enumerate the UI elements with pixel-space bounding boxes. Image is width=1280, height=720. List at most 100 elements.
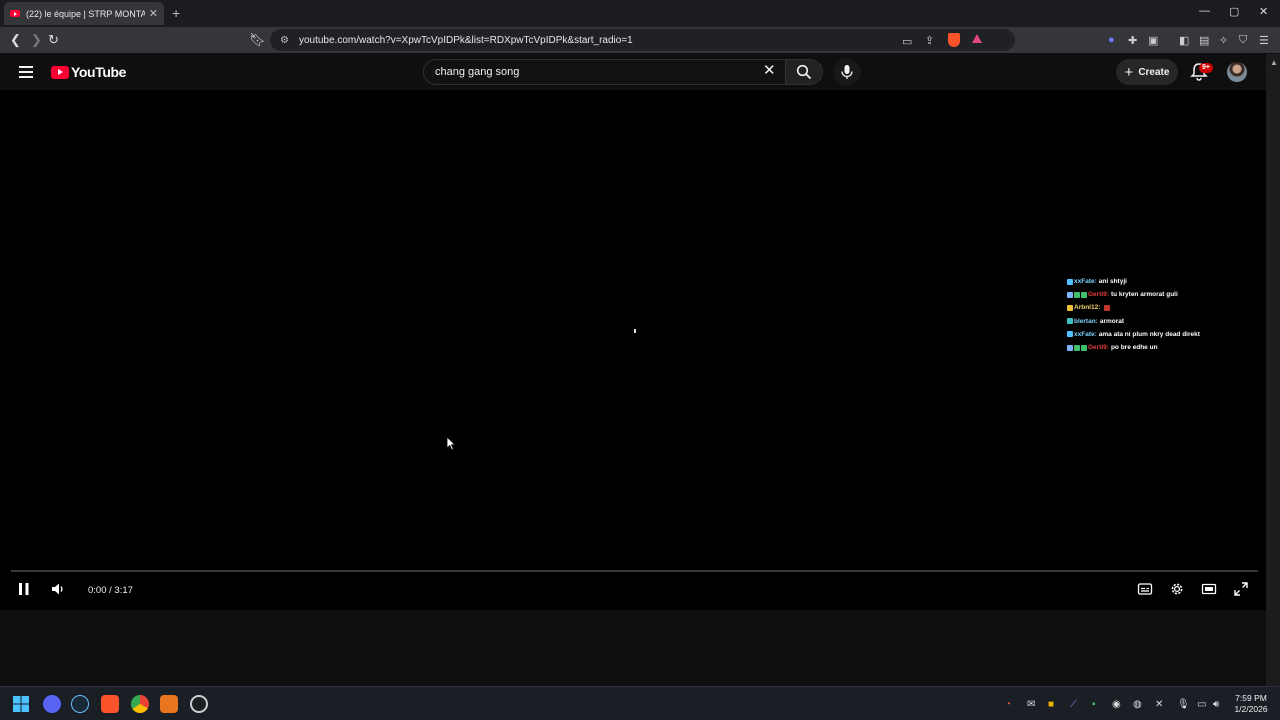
chat-badge-icon xyxy=(1067,318,1073,325)
create-label: Create xyxy=(1138,66,1170,78)
brave-shields-icon[interactable] xyxy=(948,33,960,47)
subtitles-icon[interactable] xyxy=(1137,581,1153,597)
create-button[interactable]: + Create xyxy=(1116,59,1178,85)
loading-indicator xyxy=(634,329,636,333)
chat-badge-icon xyxy=(1067,305,1073,311)
youtube-masthead: YouTube chang gang song ✕ + Create 9+ xyxy=(0,54,1266,90)
chat-message: Gerti9: tu kryten armorat guli xyxy=(1067,288,1257,301)
theater-mode-icon[interactable] xyxy=(1201,581,1217,597)
chat-message: blertan: armorat xyxy=(1067,315,1257,328)
chat-text: ama ata ni plum nkry dead direkt xyxy=(1098,330,1200,338)
new-tab-button[interactable]: + xyxy=(172,5,180,21)
scroll-up-arrow-icon[interactable]: ▲ xyxy=(1270,58,1278,68)
notification-count-badge: 9+ xyxy=(1199,63,1213,73)
chat-emote-icon xyxy=(1104,305,1111,311)
discord-icon[interactable] xyxy=(43,695,61,713)
clear-search-icon[interactable]: ✕ xyxy=(763,63,776,78)
site-info-icon[interactable]: ⚙︎ xyxy=(280,35,289,46)
windows-taskbar: ◔ ✉ ■ ⟋ ▪ ◉ ◍ ✕ 🎙︎ ▭ 🔊︎ 7:59 PM 1/2/2026 xyxy=(0,686,1280,720)
tray-app-icon[interactable]: ◔ xyxy=(1005,699,1011,710)
youtube-play-icon xyxy=(51,65,69,79)
chat-text: armorat xyxy=(1099,317,1125,325)
settings-gear-icon[interactable] xyxy=(1169,581,1185,597)
youtube-favicon-icon xyxy=(10,10,20,17)
youtube-wordmark: YouTube xyxy=(71,64,127,80)
chrome-icon[interactable] xyxy=(131,695,149,713)
tray-microphone-icon[interactable]: 🎙︎ xyxy=(1177,699,1190,710)
plus-icon: + xyxy=(1124,63,1134,81)
orange-app-icon[interactable] xyxy=(160,695,178,713)
page-scrollbar[interactable]: ▲ xyxy=(1266,54,1280,686)
guide-menu-icon[interactable] xyxy=(19,66,33,81)
back-icon[interactable]: ❮ xyxy=(10,32,21,48)
tray-network-tool-icon[interactable]: ✕ xyxy=(1155,699,1163,710)
search-icon xyxy=(796,64,812,80)
time-display: 0:00 / 3:17 xyxy=(88,585,133,596)
chat-text: po bre edhe un xyxy=(1110,344,1158,352)
video-player[interactable]: xxFate: ani shtyji Gerti9: tu kryten armora… xyxy=(0,90,1266,610)
windows-start-icon[interactable] xyxy=(13,696,29,712)
tray-volume-icon[interactable]: 🔊︎ xyxy=(1213,699,1219,710)
chat-username: Gerti9: xyxy=(1088,344,1109,352)
tray-steam-icon[interactable]: ◍ xyxy=(1133,699,1142,710)
chat-badge-icon xyxy=(1067,331,1073,338)
search-button[interactable] xyxy=(785,59,823,85)
volume-icon[interactable] xyxy=(50,581,66,597)
cast-icon[interactable]: ▭ xyxy=(902,35,912,48)
chat-username: Gerti9: xyxy=(1088,291,1109,299)
sidebar-toggle-icon[interactable]: ◧ xyxy=(1179,34,1189,47)
tray-mail-icon[interactable]: ✉ xyxy=(1027,699,1035,710)
url-text: youtube.com/watch?v=XpwTcVpIDPk&list=RDX… xyxy=(298,34,633,46)
fullscreen-icon[interactable] xyxy=(1233,581,1249,597)
vpn-shield-icon[interactable]: ⛉ xyxy=(1239,34,1247,47)
steam-icon[interactable] xyxy=(71,695,89,713)
tray-wifi-icon[interactable]: ▭ xyxy=(1197,699,1206,710)
tab-close-icon[interactable]: ✕ xyxy=(149,7,158,20)
chat-message: Arbnl12: xyxy=(1067,301,1257,314)
search-input[interactable]: chang gang song xyxy=(423,59,786,85)
chat-text: tu kryten armorat guli xyxy=(1110,291,1178,299)
browser-tab-strip: (22) le équipe | STRP MONTAGE ✕ + — ▢ ✕ xyxy=(0,0,1280,27)
extension-icon[interactable]: ● xyxy=(1108,34,1115,46)
search-query: chang gang song xyxy=(435,66,520,78)
taskbar-clock[interactable]: 7:59 PM 1/2/2026 xyxy=(1228,693,1274,715)
tray-discord-icon[interactable]: ◉ xyxy=(1112,699,1121,710)
close-window-button[interactable]: ✕ xyxy=(1259,5,1268,18)
brave-browser-icon[interactable] xyxy=(101,695,119,713)
share-icon[interactable]: ⇪ xyxy=(925,34,934,47)
reading-list-icon[interactable]: ▣ xyxy=(1148,34,1158,47)
chat-username: xxFate: xyxy=(1074,330,1097,338)
forward-icon[interactable]: ❯ xyxy=(31,32,42,48)
clock-time: 7:59 PM xyxy=(1235,693,1267,703)
browser-menu-icon[interactable]: ☰ xyxy=(1259,34,1269,47)
youtube-logo[interactable]: YouTube xyxy=(51,64,126,80)
minimize-button[interactable]: — xyxy=(1199,5,1210,17)
account-avatar[interactable] xyxy=(1227,62,1247,82)
reload-icon[interactable]: ↻ xyxy=(48,32,59,48)
wallet-icon[interactable]: ▤ xyxy=(1199,34,1209,47)
leo-ai-icon[interactable]: ✧ xyxy=(1219,34,1228,47)
chat-username: blertan: xyxy=(1074,317,1098,325)
app-icon[interactable] xyxy=(190,695,208,713)
progress-bar[interactable] xyxy=(11,570,1258,572)
tray-tool-icon[interactable]: ■ xyxy=(1048,699,1054,710)
chat-text: ani shtyji xyxy=(1098,278,1127,285)
clock-date: 1/2/2026 xyxy=(1234,704,1268,714)
chat-username: xxFate: xyxy=(1074,278,1097,285)
chat-message: Gerti9: po bre edhe un xyxy=(1067,341,1257,354)
bookmark-icon[interactable]: 🔖︎ xyxy=(249,32,266,48)
voice-search-button[interactable] xyxy=(833,58,861,86)
chat-username: Arbnl12: xyxy=(1074,304,1101,312)
mouse-cursor-icon xyxy=(446,436,456,451)
brave-rewards-icon[interactable] xyxy=(972,34,982,43)
chat-message: xxFate: ama ata ni plum nkry dead direkt xyxy=(1067,328,1257,341)
browser-tab-active[interactable]: (22) le équipe | STRP MONTAGE ✕ xyxy=(4,2,164,25)
pause-button[interactable] xyxy=(17,581,31,597)
tray-green-icon[interactable]: ▪ xyxy=(1092,699,1096,710)
chat-message: xxFate: ani shtyji xyxy=(1067,275,1257,288)
maximize-button[interactable]: ▢ xyxy=(1229,5,1239,18)
extensions-puzzle-icon[interactable]: ✚ xyxy=(1128,34,1137,47)
tray-feather-icon[interactable]: ⟋ xyxy=(1070,699,1077,710)
chat-badge-icon xyxy=(1067,291,1087,298)
chat-badge-icon xyxy=(1067,344,1087,351)
